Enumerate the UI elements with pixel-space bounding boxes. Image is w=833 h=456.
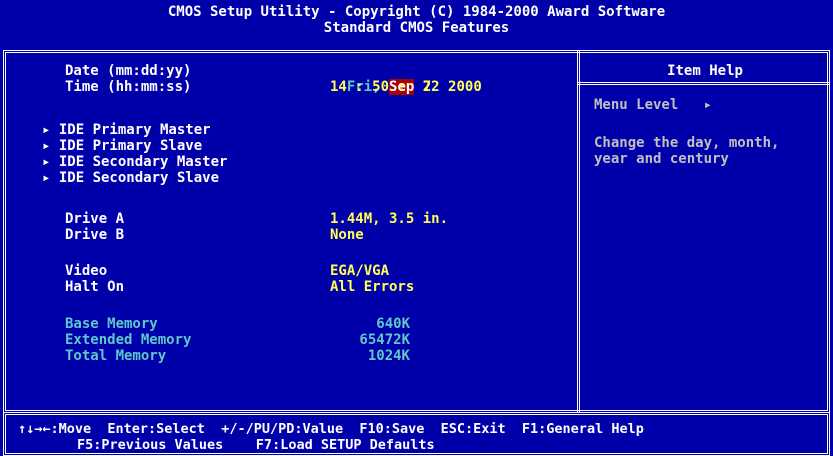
drive-a-value[interactable]: 1.44M, 3.5 in.	[330, 211, 448, 227]
ide-secondary-master[interactable]: ▸ IDE Secondary Master	[42, 154, 227, 170]
total-memory-label: Total Memory	[65, 348, 167, 364]
ide-secondary-slave[interactable]: ▸ IDE Secondary Slave	[42, 170, 219, 186]
copyright-title: CMOS Setup Utility - Copyright (C) 1984-…	[167, 4, 666, 20]
base-memory-label: Base Memory	[65, 316, 158, 332]
footer-keys-line2: F5:Previous Values F7:Load SETUP Default…	[77, 437, 435, 453]
help-title-divider	[577, 82, 830, 85]
video-label: Video	[65, 263, 108, 279]
help-text-line1: Change the day, month,	[594, 135, 780, 151]
ide-primary-master[interactable]: ▸ IDE Primary Master	[42, 122, 211, 138]
ide-primary-slave[interactable]: ▸ IDE Primary Slave	[42, 138, 202, 154]
drive-a-label: Drive A	[65, 211, 125, 227]
video-value[interactable]: EGA/VGA	[330, 263, 389, 279]
menu-level: Menu Level ▸	[594, 97, 713, 113]
help-divider	[577, 50, 580, 413]
date-rest[interactable]: 22 2000	[423, 79, 482, 95]
date-label: Date (mm:dd:yy)	[65, 63, 192, 79]
extended-memory-value: 65472K	[359, 332, 410, 348]
halt-on-label: Halt On	[65, 279, 125, 295]
page-title: Standard CMOS Features	[323, 20, 510, 36]
extended-memory-label: Extended Memory	[65, 332, 192, 348]
help-text-line2: year and century	[594, 151, 729, 167]
drive-b-label: Drive B	[65, 227, 125, 243]
time-value[interactable]: 14 : 50 : 7	[330, 79, 431, 95]
drive-b-value[interactable]: None	[330, 227, 364, 243]
time-label: Time (hh:mm:ss)	[65, 79, 192, 95]
item-help-title: Item Help	[667, 63, 743, 79]
base-memory-value: 640K	[376, 316, 410, 332]
footer-keys-line1: ↑↓→←:Move Enter:Select +/-/PU/PD:Value F…	[18, 421, 644, 437]
total-memory-value: 1024K	[367, 348, 410, 364]
title-bar: CMOS Setup Utility - Copyright (C) 1984-…	[0, 0, 833, 46]
halt-on-value[interactable]: All Errors	[330, 279, 414, 295]
